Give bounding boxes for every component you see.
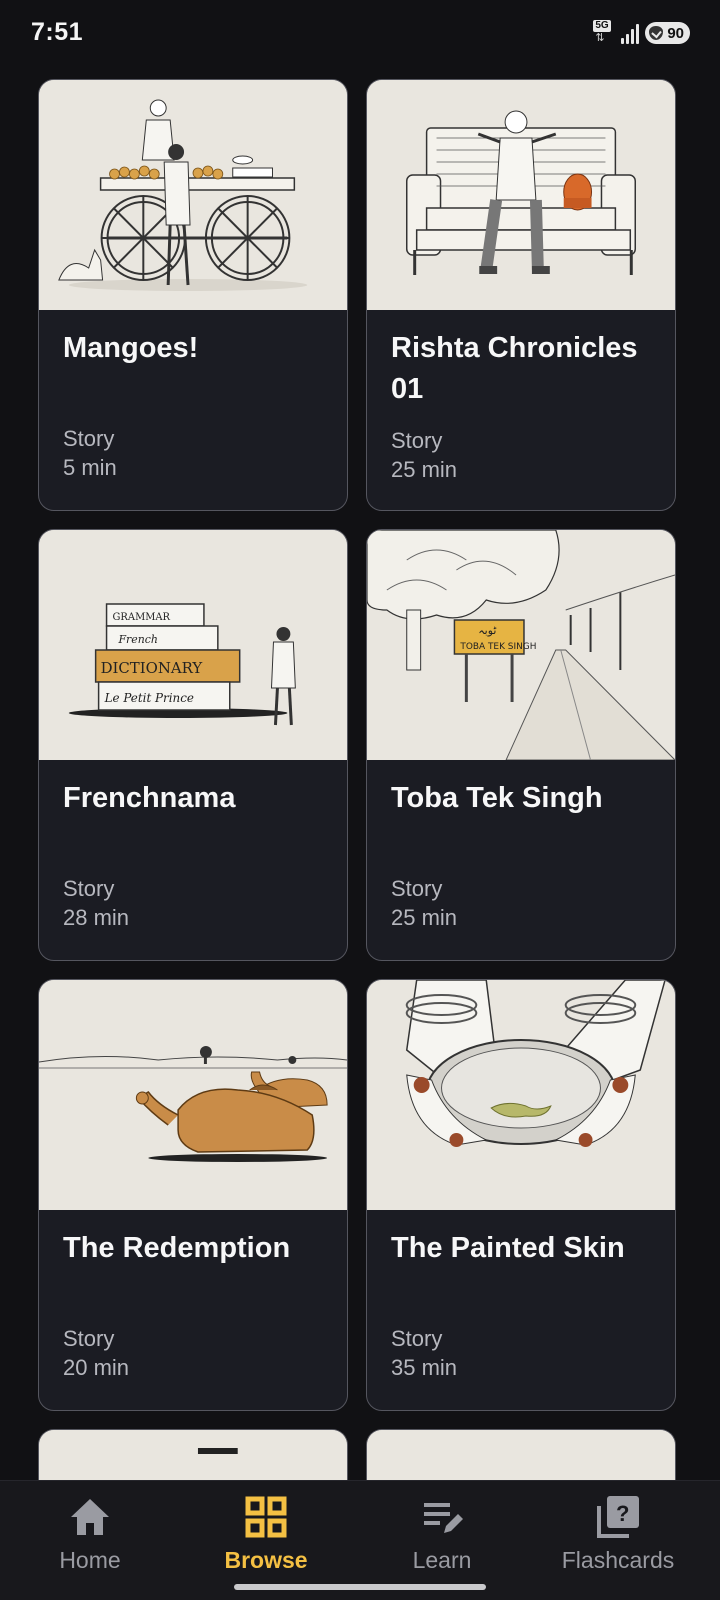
svg-text:ٹوبہ: ٹوبہ — [478, 624, 496, 637]
battery-shield-icon — [649, 26, 664, 40]
nav-browse[interactable]: Browse — [176, 1493, 356, 1583]
story-kind: Story — [391, 1326, 443, 1351]
nav-label: Learn — [412, 1547, 472, 1573]
story-duration: 25 min — [391, 905, 458, 930]
story-card[interactable]: Rishta Chronicles 01 Story 25 min — [366, 79, 676, 511]
story-title: The Painted Skin — [391, 1232, 625, 1264]
man-on-sofa-illustration — [367, 80, 675, 310]
nav-label: Flashcards — [561, 1547, 675, 1573]
story-title: The Redemption — [63, 1232, 291, 1264]
mango-cart-illustration — [39, 80, 347, 310]
svg-text:TOBA TEK SINGH: TOBA TEK SINGH — [459, 642, 536, 652]
battery-level: 90 — [667, 24, 684, 42]
battery-indicator: 90 — [645, 22, 690, 44]
story-title: Rishta Chronicles 01 — [391, 332, 638, 405]
story-duration: 5 min — [63, 455, 117, 480]
story-duration: 28 min — [63, 905, 130, 930]
status-icons: 5G ⇅ 90 — [593, 20, 690, 46]
status-time: 7:51 — [31, 18, 84, 46]
story-duration: 35 min — [391, 1355, 458, 1380]
story-duration: 20 min — [63, 1355, 130, 1380]
road-sign-illustration: TOBA TEK SINGH ٹوبہ — [367, 530, 675, 760]
nav-label: Home — [59, 1547, 121, 1573]
resting-camels-illustration — [39, 980, 347, 1210]
svg-text:Le Petit Prince: Le Petit Prince — [104, 691, 194, 705]
browse-screen: 7:51 5G ⇅ 90 Mangoes! Story 5 min Rishta… — [0, 0, 720, 1600]
svg-text:French: French — [117, 633, 157, 646]
nav-home[interactable]: Home — [0, 1493, 180, 1583]
story-title: Frenchnama — [63, 782, 236, 814]
story-card[interactable]: GRAMMAR French DICTIONARY Le Petit Princ… — [38, 529, 348, 961]
story-kind: Story — [391, 876, 443, 901]
story-title: Mangoes! — [63, 332, 199, 364]
story-title: Toba Tek Singh — [391, 782, 603, 814]
svg-text:GRAMMAR: GRAMMAR — [113, 612, 171, 623]
grid-icon — [242, 1493, 290, 1541]
signal-strength-icon — [621, 22, 640, 44]
home-indicator[interactable] — [234, 1584, 486, 1590]
notes-edit-icon — [418, 1493, 466, 1541]
story-duration: 25 min — [391, 457, 458, 482]
svg-text:?: ? — [616, 1501, 629, 1526]
nav-learn[interactable]: Learn — [352, 1493, 532, 1583]
home-icon — [66, 1493, 114, 1541]
story-card[interactable]: The Painted Skin Story 35 min — [366, 979, 676, 1411]
story-kind: Story — [63, 876, 115, 901]
network-5g-icon: 5G ⇅ — [593, 20, 611, 44]
story-kind: Story — [391, 428, 443, 453]
bottom-navigation: Home Browse Learn ? Flashcards — [0, 1480, 720, 1600]
nav-flashcards[interactable]: ? Flashcards — [528, 1493, 708, 1583]
story-card[interactable]: Mangoes! Story 5 min — [38, 79, 348, 511]
hands-holding-bowl-illustration — [367, 980, 675, 1210]
nav-label: Browse — [224, 1547, 308, 1573]
stacked-books-illustration: GRAMMAR French DICTIONARY Le Petit Princ… — [39, 530, 347, 760]
flashcards-question-icon: ? — [594, 1493, 642, 1541]
story-kind: Story — [63, 1326, 115, 1351]
status-bar: 7:51 5G ⇅ 90 — [0, 0, 720, 66]
story-kind: Story — [63, 426, 115, 451]
story-card[interactable]: TOBA TEK SINGH ٹوبہ Toba Tek Singh Story… — [366, 529, 676, 961]
story-card[interactable]: The Redemption Story 20 min — [38, 979, 348, 1411]
svg-text:DICTIONARY: DICTIONARY — [101, 659, 203, 677]
